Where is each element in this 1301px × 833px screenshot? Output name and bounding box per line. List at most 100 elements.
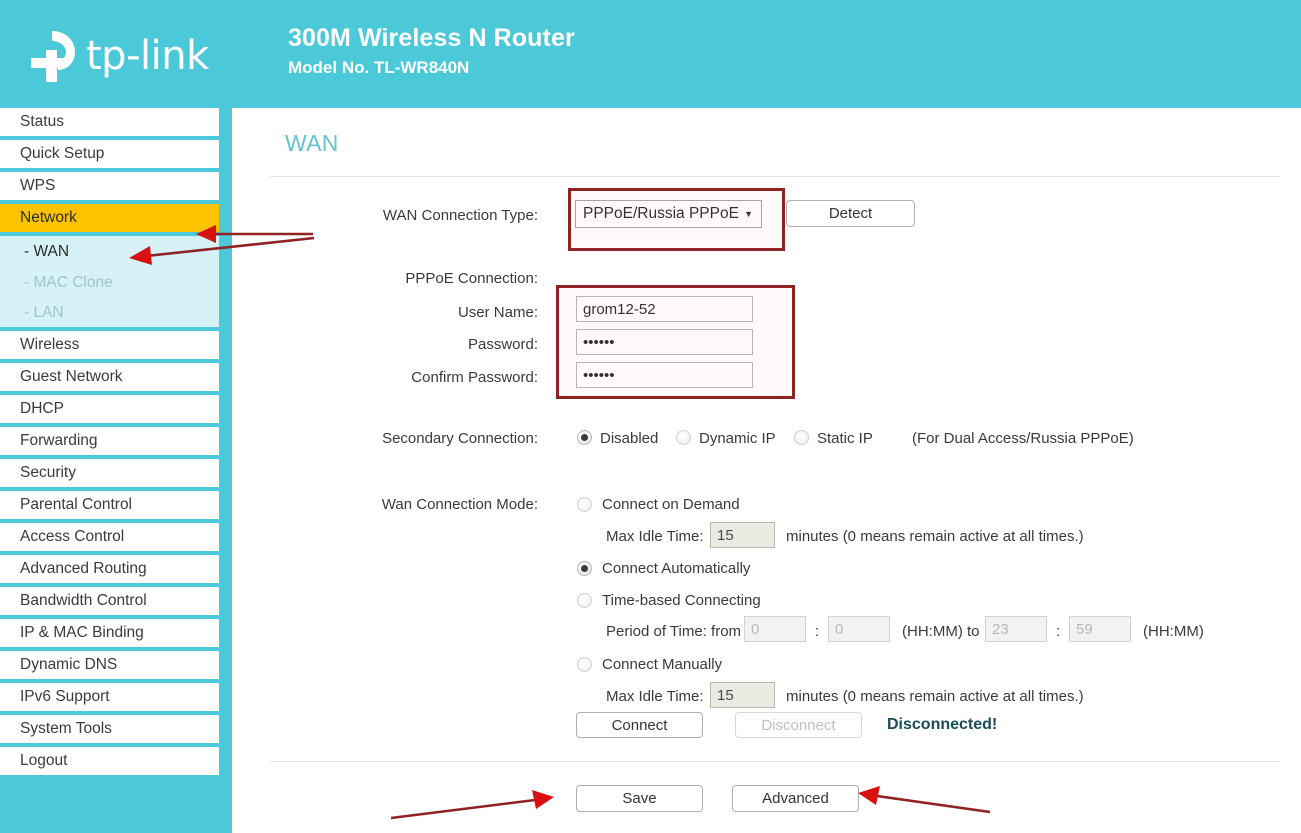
sidebar-item-label: System Tools	[20, 720, 112, 737]
sidebar-item-label: Dynamic DNS	[20, 656, 118, 673]
password-input[interactable]	[576, 329, 753, 355]
mode-label-connect-manually: Connect Manually	[602, 656, 723, 673]
main-content: WAN WAN Connection Type: PPPoE/Russia PP…	[232, 108, 1301, 833]
secondary-connection-radio-disabled[interactable]	[577, 430, 592, 445]
sidebar-item-label: - MAC Clone	[24, 273, 113, 291]
divider-top	[270, 176, 1280, 177]
mode-radio-connect-manually[interactable]	[577, 657, 592, 672]
sidebar-item-status[interactable]: Status	[0, 108, 219, 138]
mode-radio-connect-automatically[interactable]	[577, 561, 592, 576]
period-of-time-label: Period of Time: from	[606, 623, 742, 640]
sidebar-item-label: Status	[20, 113, 64, 130]
mode-label-connect-automatically: Connect Automatically	[602, 560, 751, 577]
tp-link-wordmark: tp-link	[86, 33, 209, 79]
secondary-connection-radio-dynamic-ip[interactable]	[676, 430, 691, 445]
sidebar-item-dhcp[interactable]: DHCP	[0, 395, 219, 425]
max-idle-time-label-2: Max Idle Time:	[606, 688, 704, 705]
sidebar-item-label: Quick Setup	[20, 145, 105, 162]
max-idle-time-note-1: minutes (0 means remain active at all ti…	[786, 528, 1084, 545]
password-label: Password:	[467, 336, 538, 353]
sidebar-item-advanced-routing[interactable]: Advanced Routing	[0, 555, 219, 585]
sidebar-nav: Status Quick Setup WPS Network - WAN - M…	[0, 108, 232, 833]
detect-button[interactable]: Detect	[786, 200, 915, 227]
wan-connection-type-label: WAN Connection Type:	[382, 207, 538, 224]
sidebar-item-ipv6-support[interactable]: IPv6 Support	[0, 683, 219, 713]
sidebar-item-wan[interactable]: - WAN	[0, 236, 219, 267]
wan-connection-type-value: PPPoE/Russia PPPoE	[583, 205, 739, 222]
period-from-hour-input[interactable]	[744, 616, 806, 642]
sidebar-item-dynamic-dns[interactable]: Dynamic DNS	[0, 651, 219, 681]
sidebar-item-label: DHCP	[20, 400, 64, 417]
app-header: tp-link 300M Wireless N Router Model No.…	[0, 0, 1301, 108]
sidebar-item-label: WPS	[20, 177, 56, 194]
max-idle-time-input-1[interactable]	[710, 522, 775, 548]
sidebar-item-label: Access Control	[20, 528, 125, 545]
connect-button[interactable]: Connect	[576, 712, 703, 738]
tp-link-logo-icon	[22, 25, 84, 87]
secondary-connection-option-static-ip: Static IP	[817, 430, 873, 447]
secondary-connection-note: (For Dual Access/Russia PPPoE)	[912, 430, 1134, 447]
sidebar-item-guest-network[interactable]: Guest Network	[0, 363, 219, 393]
page-title: WAN	[285, 130, 339, 156]
header-titles: 300M Wireless N Router Model No. TL-WR84…	[288, 22, 575, 80]
product-name: 300M Wireless N Router	[288, 24, 575, 52]
sidebar-item-lan[interactable]: - LAN	[0, 298, 219, 329]
period-colon-2: :	[1056, 623, 1061, 640]
sidebar-item-quick-setup[interactable]: Quick Setup	[0, 140, 219, 170]
divider-bottom	[270, 761, 1280, 762]
mode-radio-connect-on-demand[interactable]	[577, 497, 592, 512]
sidebar-item-security[interactable]: Security	[0, 459, 219, 489]
sidebar-item-label: Guest Network	[20, 368, 123, 385]
sidebar-item-label: Advanced Routing	[20, 560, 147, 577]
sidebar-item-label: Parental Control	[20, 496, 133, 513]
sidebar-item-label: - LAN	[24, 303, 64, 321]
sidebar-item-system-tools[interactable]: System Tools	[0, 715, 219, 745]
wan-connection-type-dropdown[interactable]: PPPoE/Russia PPPoE ▼	[575, 200, 762, 228]
advanced-button[interactable]: Advanced	[732, 785, 859, 812]
sidebar-item-parental-control[interactable]: Parental Control	[0, 491, 219, 521]
period-to-hour-input[interactable]	[985, 616, 1047, 642]
max-idle-time-label-1: Max Idle Time:	[606, 528, 704, 545]
period-from-minute-input[interactable]	[828, 616, 890, 642]
connection-status: Disconnected!	[887, 716, 998, 733]
sidebar-item-access-control[interactable]: Access Control	[0, 523, 219, 553]
username-input[interactable]	[576, 296, 753, 322]
sidebar-item-wireless[interactable]: Wireless	[0, 331, 219, 361]
sidebar-item-label: IP & MAC Binding	[20, 624, 144, 641]
sidebar-item-label: Wireless	[20, 336, 80, 353]
mode-radio-time-based-connecting[interactable]	[577, 593, 592, 608]
hhmm-note-2: (HH:MM)	[1143, 623, 1204, 640]
hhmm-note-1: (HH:MM) to	[902, 623, 980, 640]
secondary-connection-option-disabled: Disabled	[600, 430, 659, 447]
sidebar-item-label: Forwarding	[20, 432, 98, 449]
sidebar-item-ip-mac-binding[interactable]: IP & MAC Binding	[0, 619, 219, 649]
max-idle-time-note-2: minutes (0 means remain active at all ti…	[786, 688, 1084, 705]
sidebar-item-label: IPv6 Support	[20, 688, 110, 705]
model-number: Model No. TL-WR840N	[288, 58, 470, 77]
sidebar-item-network[interactable]: Network	[0, 204, 219, 234]
secondary-connection-label: Secondary Connection:	[382, 430, 538, 447]
secondary-connection-option-dynamic-ip: Dynamic IP	[699, 430, 776, 447]
sidebar-item-label: Logout	[20, 752, 68, 769]
tp-link-logo: tp-link	[22, 20, 227, 92]
max-idle-time-input-2[interactable]	[710, 682, 775, 708]
mode-label-connect-on-demand: Connect on Demand	[602, 496, 740, 513]
save-button[interactable]: Save	[576, 785, 703, 812]
period-colon-1: :	[815, 623, 820, 640]
sidebar-item-logout[interactable]: Logout	[0, 747, 219, 777]
sidebar-item-bandwidth-control[interactable]: Bandwidth Control	[0, 587, 219, 617]
sidebar-item-wps[interactable]: WPS	[0, 172, 219, 202]
sidebar-item-label: Network	[20, 209, 77, 226]
sidebar-item-label: Bandwidth Control	[20, 592, 147, 609]
sidebar-item-label: Security	[20, 464, 76, 481]
sidebar-item-mac-clone[interactable]: - MAC Clone	[0, 267, 219, 298]
chevron-down-icon: ▼	[744, 208, 753, 219]
sidebar-item-label: - WAN	[24, 242, 70, 260]
secondary-connection-radio-static-ip[interactable]	[794, 430, 809, 445]
disconnect-button: Disconnect	[735, 712, 862, 738]
period-to-minute-input[interactable]	[1069, 616, 1131, 642]
confirm-password-input[interactable]	[576, 362, 753, 388]
pppoe-connection-label: PPPoE Connection:	[405, 270, 538, 287]
sidebar-item-forwarding[interactable]: Forwarding	[0, 427, 219, 457]
wan-connection-mode-label: Wan Connection Mode:	[381, 496, 538, 513]
